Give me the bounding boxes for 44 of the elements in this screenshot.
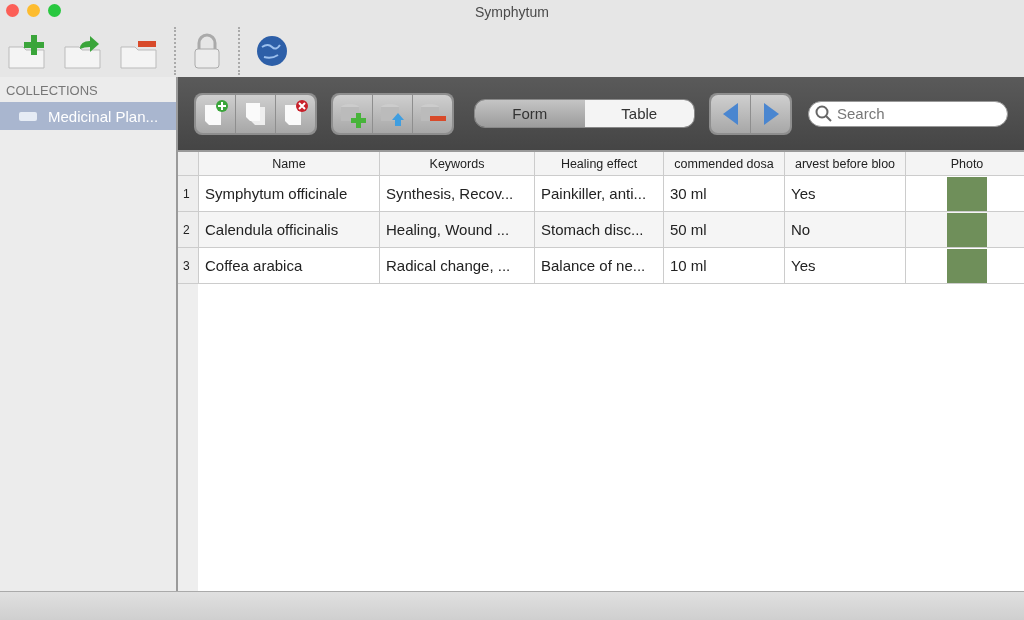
column-header[interactable]: Healing effect [534,152,664,176]
table-cell: Calendula officinalis [198,211,380,248]
row-number: 1 [178,175,199,212]
table-cell: Balance of ne... [534,247,664,284]
new-record-button[interactable] [196,94,235,133]
add-field-button[interactable] [333,94,372,133]
table-cell: Yes [784,247,906,284]
table-cell: Healing, Wound ... [379,211,535,248]
search-field[interactable]: Search [808,100,1008,127]
search-icon [815,104,833,123]
column-header[interactable]: Name [198,152,380,176]
edit-field-button[interactable] [373,94,412,133]
table-cell: Painkiller, anti... [534,175,664,212]
zoom-button[interactable] [48,4,61,17]
photo-placeholder [947,248,987,283]
table-cell: 50 ml [663,211,785,248]
sidebar-heading: COLLECTIONS [5,82,99,100]
table-cell: Coffea arabica [198,247,380,284]
view-tab[interactable]: Form [475,100,585,127]
table-cell: 10 ml [663,247,785,284]
collection-icon [18,110,38,122]
view-tab[interactable]: Table [584,100,694,127]
next-button[interactable] [751,94,790,133]
window-title: Symphytum [475,4,549,20]
table-cell: 30 ml [663,175,785,212]
close-button[interactable] [6,4,19,17]
column-header[interactable]: Keywords [379,152,535,176]
delete-field-button[interactable] [413,94,452,133]
table-cell: Symphytum officinale [198,175,380,212]
column-header[interactable]: Photo [905,152,1024,176]
delete-record-button[interactable] [276,94,315,133]
table-cell: Synthesis, Recov... [379,175,535,212]
photo-placeholder [947,176,987,211]
table-cell: Radical change, ... [379,247,535,284]
table-cell: Yes [784,175,906,212]
row-number: 3 [178,247,199,284]
table-cell: No [784,211,906,248]
column-header[interactable]: commended dosa [663,152,785,176]
previous-button[interactable] [711,94,750,133]
table-cell: Stomach disc... [534,211,664,248]
column-header[interactable]: arvest before bloo [784,152,906,176]
photo-placeholder [947,212,987,247]
row-number: 2 [178,211,199,248]
duplicate-record-button[interactable] [236,94,275,133]
